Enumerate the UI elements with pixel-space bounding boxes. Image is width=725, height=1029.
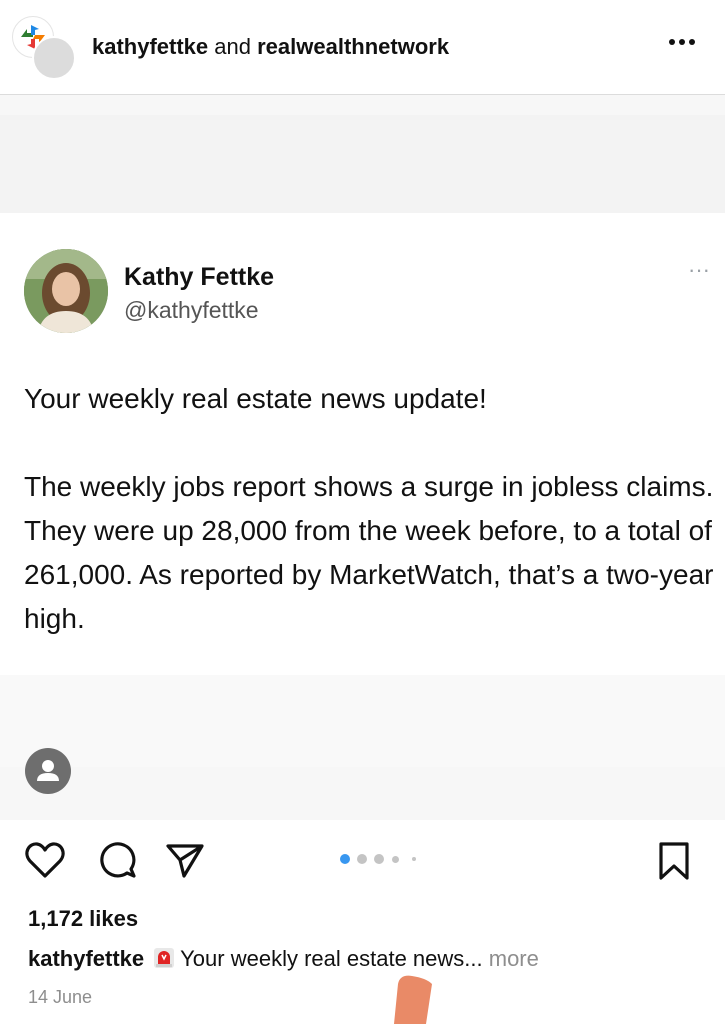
- tweet-author-handle: @kathyfettke: [124, 297, 259, 323]
- post-date: 14 June: [28, 987, 93, 1007]
- more-options-icon[interactable]: [666, 28, 698, 59]
- tweet-text: Your weekly real estate news update! The…: [24, 383, 714, 634]
- send-icon[interactable]: [164, 840, 206, 885]
- carousel-dot: [392, 856, 399, 863]
- caption-more-link[interactable]: more: [489, 946, 539, 971]
- caption-username[interactable]: kathyfettke: [28, 946, 144, 971]
- post-image[interactable]: Kathy Fettke @kathyfettke ··· Your weekl…: [0, 95, 725, 820]
- collab-avatars[interactable]: [12, 16, 76, 80]
- carousel-dot-active: [340, 854, 350, 864]
- username-connector: and: [214, 34, 251, 59]
- caption-text: Your weekly real estate news...: [180, 946, 483, 971]
- user-avatar[interactable]: [32, 36, 76, 80]
- bookmark-icon[interactable]: [656, 840, 692, 887]
- image-band-bottom: [0, 675, 725, 767]
- tweet-card: Kathy Fettke @kathyfettke ··· Your weekl…: [0, 213, 725, 675]
- tweet-author-name: Kathy Fettke: [124, 263, 275, 291]
- heart-icon[interactable]: [24, 840, 66, 885]
- carousel-dot: [357, 854, 367, 864]
- carousel-dot: [374, 854, 384, 864]
- action-bar: [0, 840, 725, 884]
- username-secondary[interactable]: realwealthnetwork: [257, 34, 449, 59]
- tagged-users-icon[interactable]: [25, 748, 71, 794]
- post-header: kathyfettke and realwealthnetwork: [0, 0, 725, 95]
- caption: kathyfettke Your weekly real estate news…: [28, 946, 539, 972]
- username-primary[interactable]: kathyfettke: [92, 34, 208, 59]
- likes-count[interactable]: 1,172 likes: [28, 906, 138, 932]
- image-band-top: [0, 115, 725, 213]
- comment-icon[interactable]: [98, 840, 138, 885]
- touch-indicator: [386, 972, 438, 1024]
- tweet-more-icon: ···: [688, 257, 710, 282]
- header-usernames[interactable]: kathyfettke and realwealthnetwork: [92, 34, 449, 60]
- tweet-author-avatar: [24, 249, 108, 333]
- carousel-dot: [412, 857, 416, 861]
- siren-icon: [152, 946, 176, 970]
